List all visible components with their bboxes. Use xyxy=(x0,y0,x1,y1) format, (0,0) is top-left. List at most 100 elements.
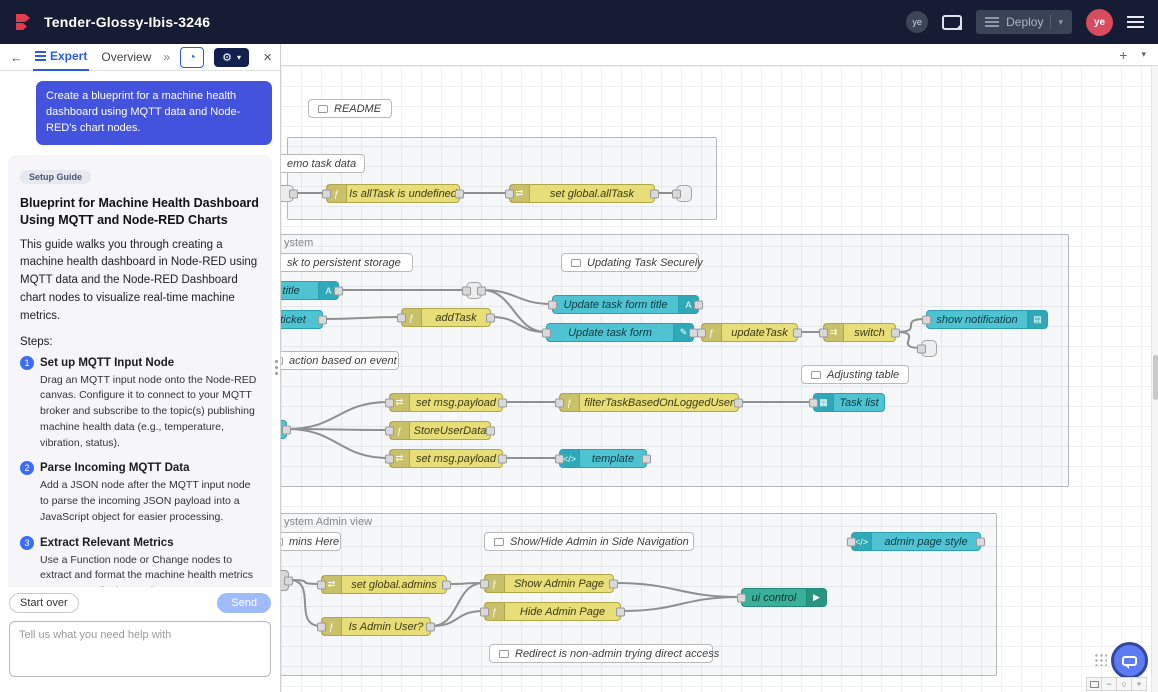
tab-expert[interactable]: Expert xyxy=(33,44,89,71)
flow-node-addtask[interactable]: ƒaddTask xyxy=(401,308,491,327)
input-port[interactable] xyxy=(737,593,746,602)
output-port[interactable] xyxy=(642,454,651,463)
flow-node-task-list[interactable]: ▦Task list xyxy=(813,393,885,412)
output-port[interactable] xyxy=(976,537,985,546)
add-flow-icon[interactable]: + xyxy=(1119,47,1127,63)
input-port[interactable] xyxy=(385,426,394,435)
flow-node-template[interactable]: </>template xyxy=(559,449,647,468)
scrollbar-thumb[interactable] xyxy=(1153,355,1158,400)
drag-handle-icon[interactable] xyxy=(1094,653,1107,666)
minimap-button[interactable] xyxy=(1086,677,1102,691)
panel-resize-handle[interactable] xyxy=(275,360,278,375)
team-avatar[interactable]: ye xyxy=(906,11,928,33)
output-port[interactable] xyxy=(289,189,298,198)
canvas-scrollbar[interactable] xyxy=(1151,66,1158,692)
user-avatar[interactable]: ye xyxy=(1086,9,1113,36)
output-port[interactable] xyxy=(442,580,451,589)
input-port[interactable] xyxy=(542,328,551,337)
usage-pie-button[interactable]: ◔ xyxy=(180,47,204,68)
flow-node-set-global-admins[interactable]: ⇄set global.admins xyxy=(321,575,447,594)
input-port[interactable] xyxy=(847,537,856,546)
flow-node-filtertaskbasedonloggeduser[interactable]: ƒfilterTaskBasedOnLoggedUser xyxy=(559,393,739,412)
flow-node-is-admin-user[interactable]: ƒIs Admin User? xyxy=(321,617,431,636)
output-port[interactable] xyxy=(284,576,293,585)
comment-node[interactable]: Show/Hide Admin in Side Navigation xyxy=(484,532,694,551)
flow-node-m-title[interactable]: m titleA xyxy=(281,281,339,300)
send-button[interactable]: Send xyxy=(217,593,271,613)
close-icon[interactable]: × xyxy=(263,49,272,66)
comment-node[interactable]: mins Here xyxy=(281,532,341,551)
hamburger-menu-icon[interactable] xyxy=(1127,16,1144,28)
flow-node-ticket[interactable]: ticket xyxy=(281,310,323,329)
flow-node-show-notification[interactable]: show notification▤ xyxy=(926,310,1048,329)
output-port[interactable] xyxy=(694,300,703,309)
input-port[interactable] xyxy=(385,398,394,407)
input-port[interactable] xyxy=(672,189,681,198)
input-port[interactable] xyxy=(397,313,406,322)
input-port[interactable] xyxy=(922,315,931,324)
comment-node[interactable]: action based on event xyxy=(281,351,399,370)
input-port[interactable] xyxy=(505,189,514,198)
input-port[interactable] xyxy=(317,622,326,631)
output-port[interactable] xyxy=(455,189,464,198)
flow-node-storeuserdata[interactable]: ƒStoreUserData xyxy=(389,421,491,440)
flow-node-is-alltask-is-undefined[interactable]: ƒIs allTask is undefined xyxy=(326,184,460,203)
link-node[interactable] xyxy=(676,185,692,202)
comment-node[interactable]: emo task data xyxy=(281,154,365,173)
open-editor-icon[interactable] xyxy=(942,15,962,30)
output-port[interactable] xyxy=(318,315,327,324)
ui-node[interactable] xyxy=(281,420,287,439)
tab-overview[interactable]: Overview xyxy=(99,44,153,71)
output-port[interactable] xyxy=(498,454,507,463)
zoom-out-button[interactable]: − xyxy=(1101,677,1117,691)
more-tabs-icon[interactable]: » xyxy=(163,50,170,64)
input-port[interactable] xyxy=(462,286,471,295)
link-node[interactable] xyxy=(281,185,294,202)
deploy-caret-icon[interactable]: ▾ xyxy=(1058,17,1063,28)
assistant-input[interactable] xyxy=(9,621,271,677)
output-port[interactable] xyxy=(426,622,435,631)
comment-node[interactable]: Redirect is non-admin trying direct acce… xyxy=(489,644,713,663)
flow-node-set-msg-payload[interactable]: ⇄set msg.payload xyxy=(389,449,503,468)
output-port[interactable] xyxy=(734,398,743,407)
flow-node-update-task-form-title[interactable]: Update task form titleA xyxy=(552,295,699,314)
flow-node-set-msg-payload[interactable]: ⇄set msg.payload xyxy=(389,393,503,412)
gray-node[interactable] xyxy=(281,570,289,591)
input-port[interactable] xyxy=(480,607,489,616)
input-port[interactable] xyxy=(385,454,394,463)
comment-node[interactable]: sk to persistent storage xyxy=(281,253,413,272)
input-port[interactable] xyxy=(555,454,564,463)
comment-node[interactable]: README xyxy=(308,99,392,118)
link-node[interactable] xyxy=(921,340,937,357)
flow-node-show-admin-page[interactable]: ƒShow Admin Page xyxy=(484,574,614,593)
input-port[interactable] xyxy=(322,189,331,198)
output-port[interactable] xyxy=(793,328,802,337)
link-node[interactable] xyxy=(466,282,482,299)
output-port[interactable] xyxy=(486,426,495,435)
input-port[interactable] xyxy=(555,398,564,407)
flow-node-update-task-form[interactable]: Update task form✎ xyxy=(546,323,694,342)
output-port[interactable] xyxy=(282,425,291,434)
flow-node-switch[interactable]: ⇉switch xyxy=(823,323,896,342)
flow-node-set-global-alltask[interactable]: ⇄set global.allTask xyxy=(509,184,655,203)
input-port[interactable] xyxy=(317,580,326,589)
flow-node-admin-page-style[interactable]: </>admin page style xyxy=(851,532,981,551)
assistant-chat-button[interactable] xyxy=(1111,642,1148,679)
input-port[interactable] xyxy=(480,579,489,588)
output-port[interactable] xyxy=(486,313,495,322)
settings-button[interactable]: ⚙ ▾ xyxy=(214,48,249,67)
comment-node[interactable]: Adjusting table xyxy=(801,365,909,384)
zoom-reset-button[interactable]: ○ xyxy=(1116,677,1132,691)
flow-node-updatetask[interactable]: ƒupdateTask xyxy=(701,323,798,342)
input-port[interactable] xyxy=(809,398,818,407)
input-port[interactable] xyxy=(548,300,557,309)
output-port[interactable] xyxy=(891,328,900,337)
input-port[interactable] xyxy=(819,328,828,337)
output-port[interactable] xyxy=(498,398,507,407)
flow-node-hide-admin-page[interactable]: ƒHide Admin Page xyxy=(484,602,621,621)
comment-node[interactable]: Updating Task Securely xyxy=(561,253,699,272)
input-port[interactable] xyxy=(697,328,706,337)
flow-list-icon[interactable]: ▾ xyxy=(1141,49,1146,60)
output-port[interactable] xyxy=(477,286,486,295)
output-port[interactable] xyxy=(650,189,659,198)
